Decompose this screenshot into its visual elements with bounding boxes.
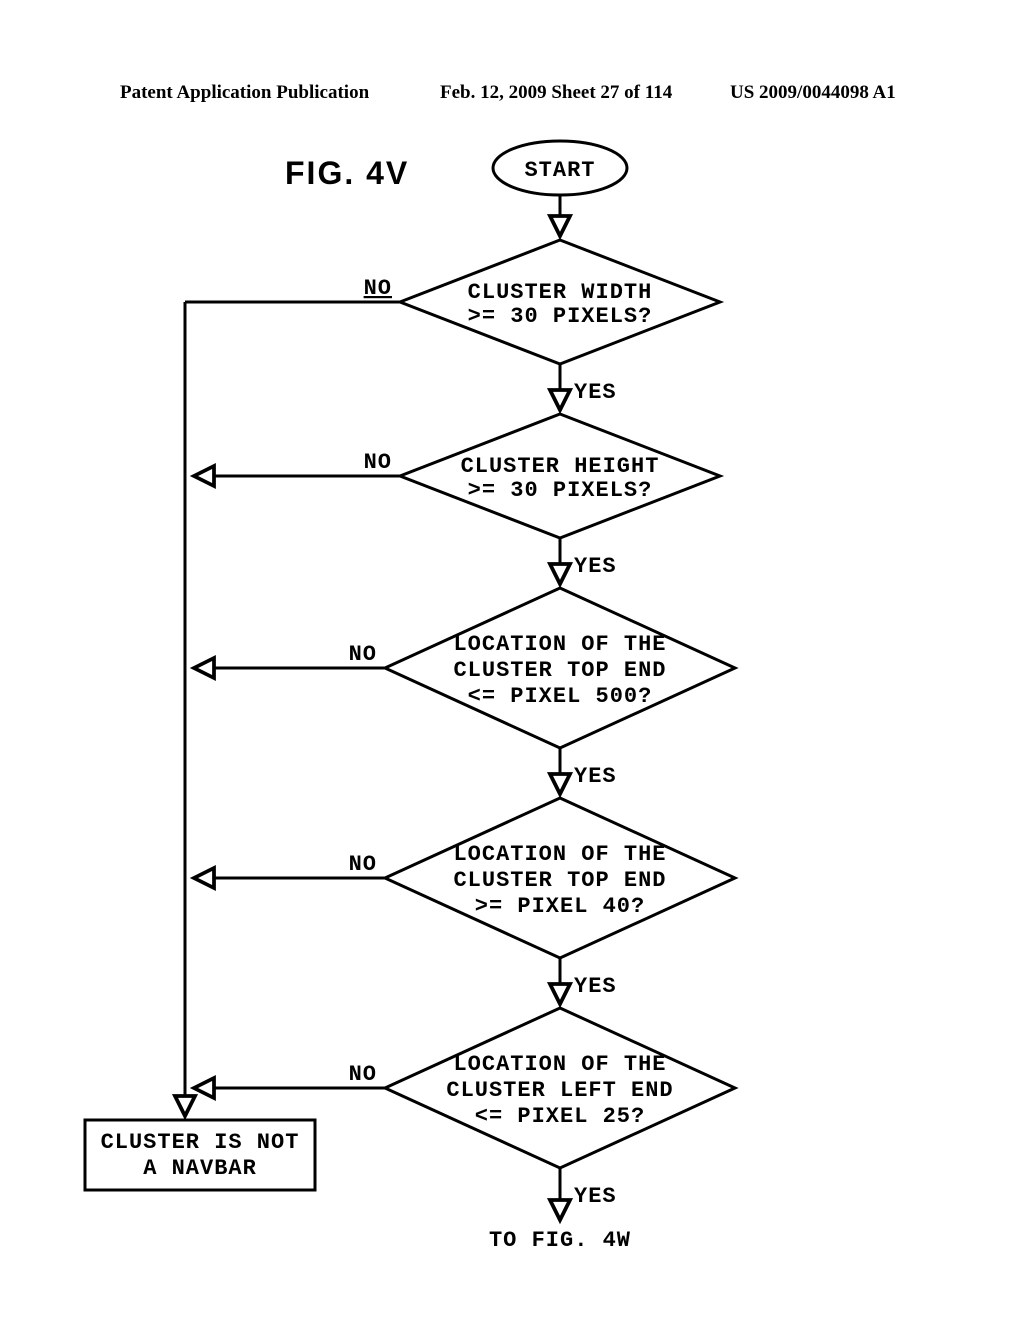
- edge-d4-no-label: NO: [349, 852, 377, 877]
- result-not-navbar-line2: A NAVBAR: [143, 1156, 257, 1181]
- decision-4-line1: LOCATION OF THE: [453, 842, 666, 867]
- edge-d2-yes-label: YES: [574, 554, 617, 579]
- edge-d1-yes-label: YES: [574, 380, 617, 405]
- edge-d5-no-label: NO: [349, 1062, 377, 1087]
- decision-3-line1: LOCATION OF THE: [453, 632, 666, 657]
- edge-d3-no-label: NO: [349, 642, 377, 667]
- start-label: START: [524, 158, 595, 183]
- decision-3-line3: <= PIXEL 500?: [468, 684, 653, 709]
- decision-4-line3: >= PIXEL 40?: [475, 894, 645, 919]
- decision-1-line2: >= 30 PIXELS?: [468, 304, 653, 329]
- decision-3-line2: CLUSTER TOP END: [453, 658, 666, 683]
- decision-1-line1: CLUSTER WIDTH: [468, 280, 653, 305]
- decision-5-line2: CLUSTER LEFT END: [446, 1078, 673, 1103]
- decision-2-line2: >= 30 PIXELS?: [468, 478, 653, 503]
- page: Patent Application Publication Feb. 12, …: [0, 0, 1024, 1320]
- edge-d2-no-label: NO: [364, 450, 392, 475]
- decision-5-line1: LOCATION OF THE: [453, 1052, 666, 1077]
- decision-2-line1: CLUSTER HEIGHT: [461, 454, 660, 479]
- result-not-navbar-line1: CLUSTER IS NOT: [101, 1130, 300, 1155]
- continuation-label: TO FIG. 4W: [489, 1228, 631, 1253]
- edge-d3-yes-label: YES: [574, 764, 617, 789]
- flowchart: START CLUSTER WIDTH >= 30 PIXELS? NO YES…: [0, 0, 1024, 1320]
- edge-d4-yes-label: YES: [574, 974, 617, 999]
- decision-5-line3: <= PIXEL 25?: [475, 1104, 645, 1129]
- edge-d1-no-label: NO: [364, 276, 392, 301]
- edge-d5-yes-label: YES: [574, 1184, 617, 1209]
- decision-4-line2: CLUSTER TOP END: [453, 868, 666, 893]
